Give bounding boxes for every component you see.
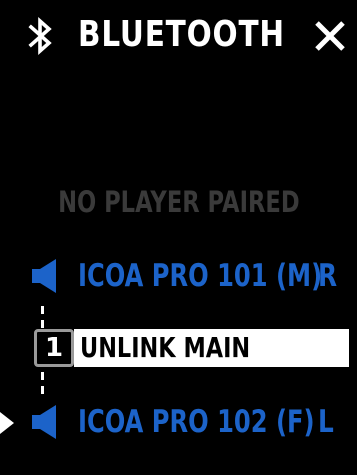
device-name: ICOA PRO 101 (M) (78, 258, 323, 294)
device-side-label: L (318, 404, 334, 440)
device-name: ICOA PRO 102 (F) (78, 404, 315, 440)
page-title: BLUETOOTH (78, 14, 285, 55)
close-button[interactable] (312, 18, 348, 54)
bluetooth-screen: BLUETOOTH NO PLAYER PAIRED ICOA PRO 101 … (0, 0, 357, 475)
selection-arrow-icon (0, 412, 14, 434)
link-line-bottom (41, 366, 45, 398)
device-side-label: R (318, 258, 338, 294)
link-dash (41, 306, 44, 314)
bluetooth-icon (28, 16, 52, 56)
speaker-icon (32, 405, 56, 439)
device-row-main[interactable]: ICOA PRO 101 (M) R (0, 254, 357, 298)
link-dash (41, 372, 44, 380)
pairing-status: NO PLAYER PAIRED (0, 184, 357, 220)
pairing-status-text: NO PLAYER PAIRED (57, 185, 300, 219)
unlink-label: UNLINK MAIN (80, 331, 251, 364)
speaker-icon (32, 259, 56, 293)
shortcut-badge: 1 (34, 329, 74, 367)
link-dash (41, 386, 44, 394)
link-dash (41, 320, 44, 328)
link-line-top (41, 304, 45, 330)
header: BLUETOOTH (0, 0, 357, 72)
unlink-main-button[interactable]: 1 UNLINK MAIN (34, 329, 349, 367)
device-row-secondary[interactable]: ICOA PRO 102 (F) L (0, 400, 357, 444)
